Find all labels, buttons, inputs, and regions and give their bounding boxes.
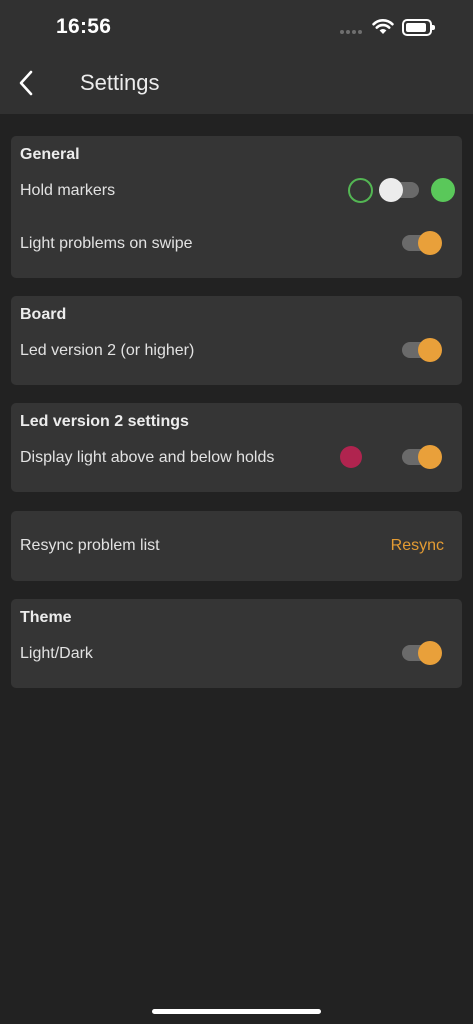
chevron-left-icon — [19, 70, 33, 96]
hold-markers-toggle[interactable] — [379, 176, 423, 204]
section-title-general: General — [20, 146, 80, 163]
light-problems-label: Light problems on swipe — [20, 235, 193, 252]
led-color-dot-icon[interactable] — [340, 446, 362, 468]
top-bar: 16:56 Settings — [0, 0, 473, 114]
theme-card: Theme Light/Dark — [11, 599, 462, 688]
resync-label: Resync problem list — [20, 537, 160, 554]
cellular-signal-icon — [340, 30, 366, 36]
wifi-icon — [372, 19, 394, 34]
settings-screen: 16:56 Settings General Hold markers Ligh… — [0, 0, 473, 1024]
section-title-board: Board — [20, 306, 67, 323]
status-time: 16:56 — [56, 15, 112, 38]
resync-button[interactable]: Resync — [391, 537, 444, 555]
light-problems-toggle[interactable] — [400, 229, 444, 257]
light-dark-label: Light/Dark — [20, 645, 93, 662]
battery-icon — [402, 19, 435, 36]
section-title-theme: Theme — [20, 609, 72, 626]
led-version-toggle[interactable] — [400, 336, 444, 364]
hold-marker-filled-icon — [431, 178, 455, 202]
display-light-label: Display light above and below holds — [20, 449, 275, 466]
back-button[interactable] — [12, 66, 42, 100]
resync-card: Resync problem list Resync — [11, 511, 462, 581]
hold-marker-outline-icon — [348, 178, 373, 203]
page-title: Settings — [80, 70, 160, 95]
led-v2-card: Led version 2 settings Display light abo… — [11, 403, 462, 492]
general-card: General Hold markers Light problems on s… — [11, 136, 462, 278]
light-dark-toggle[interactable] — [400, 639, 444, 667]
hold-markers-label: Hold markers — [20, 182, 116, 199]
home-indicator[interactable] — [152, 1009, 321, 1014]
board-card: Board Led version 2 (or higher) — [11, 296, 462, 385]
display-light-toggle[interactable] — [400, 443, 444, 471]
led-version-label: Led version 2 (or higher) — [20, 342, 195, 359]
section-title-led-v2: Led version 2 settings — [20, 413, 189, 430]
